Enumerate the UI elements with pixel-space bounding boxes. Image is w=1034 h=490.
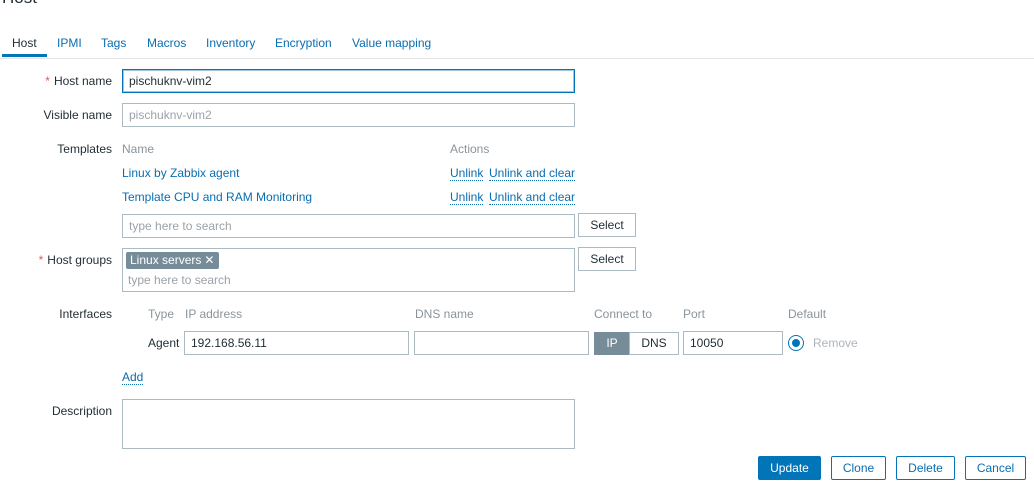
interfaces-col-ip: IP address — [185, 307, 243, 321]
interface-add-button[interactable]: Add — [122, 370, 144, 385]
tab-macros[interactable]: Macros — [147, 36, 186, 50]
host-groups-search-input[interactable]: type here to search — [128, 273, 231, 287]
description-label: Description — [51, 404, 112, 418]
template-select-button[interactable]: Select — [578, 213, 636, 237]
interfaces-label: Interfaces — [59, 307, 112, 321]
tab-inventory[interactable]: Inventory — [206, 36, 255, 50]
connect-dns-button[interactable]: DNS — [629, 332, 679, 355]
tab-value-mapping[interactable]: Value mapping — [352, 36, 431, 50]
interface-dns-input[interactable] — [414, 331, 589, 355]
host-name-input[interactable]: pischuknv-vim2 — [122, 69, 575, 93]
interface-remove-button[interactable]: Remove — [813, 336, 858, 350]
template-unlink-clear-button[interactable]: Unlink and clear — [489, 190, 576, 205]
host-group-chip: Linux servers ✕ — [126, 252, 220, 269]
template-unlink-button[interactable]: Unlink — [450, 190, 484, 205]
clone-button[interactable]: Clone — [831, 456, 886, 480]
delete-button[interactable]: Delete — [896, 456, 955, 480]
template-unlink-button[interactable]: Unlink — [450, 166, 484, 181]
page-title: Host — [2, 0, 37, 8]
host-groups-label: * Host groups — [38, 253, 112, 267]
active-tab-indicator — [2, 54, 47, 57]
interfaces-col-default: Default — [788, 307, 827, 321]
tab-encryption[interactable]: Encryption — [275, 36, 332, 50]
description-textarea[interactable] — [122, 399, 575, 449]
interfaces-col-dns: DNS name — [415, 307, 474, 321]
required-marker: * — [45, 74, 50, 88]
templates-col-actions: Actions — [450, 142, 490, 156]
visible-name-label: Visible name — [43, 108, 112, 122]
cancel-button[interactable]: Cancel — [965, 456, 1026, 480]
interfaces-col-type: Type — [148, 307, 175, 321]
tab-bar: Host IPMI Tags Macros Inventory Encrypti… — [0, 33, 1034, 59]
tab-ipmi[interactable]: IPMI — [57, 36, 82, 50]
templates-label: Templates — [57, 142, 112, 156]
required-marker: * — [38, 253, 44, 267]
host-name-label: * Host name — [45, 74, 112, 88]
template-search-input[interactable]: type here to search — [122, 214, 575, 238]
tab-host[interactable]: Host — [12, 36, 37, 50]
visible-name-input[interactable]: pischuknv-vim2 — [122, 103, 575, 127]
template-link-linux-by-zabbix-agent[interactable]: Linux by Zabbix agent — [122, 166, 239, 180]
templates-col-name: Name — [122, 142, 155, 156]
host-groups-select-button[interactable]: Select — [578, 247, 636, 271]
interface-ip-input[interactable]: 192.168.56.11 — [184, 331, 409, 355]
connect-ip-button[interactable]: IP — [594, 332, 630, 355]
interface-port-input[interactable]: 10050 — [683, 331, 783, 355]
update-button[interactable]: Update — [758, 456, 821, 480]
chip-remove-icon[interactable]: ✕ — [204, 253, 214, 267]
interface-type: Agent — [148, 336, 180, 350]
template-unlink-clear-button[interactable]: Unlink and clear — [489, 166, 576, 181]
interfaces-col-port: Port — [683, 307, 706, 321]
default-interface-radio[interactable] — [788, 335, 804, 351]
interfaces-col-connect: Connect to — [594, 307, 653, 321]
tab-tags[interactable]: Tags — [101, 36, 126, 50]
template-link-cpu-ram-monitoring[interactable]: Template CPU and RAM Monitoring — [122, 190, 312, 204]
